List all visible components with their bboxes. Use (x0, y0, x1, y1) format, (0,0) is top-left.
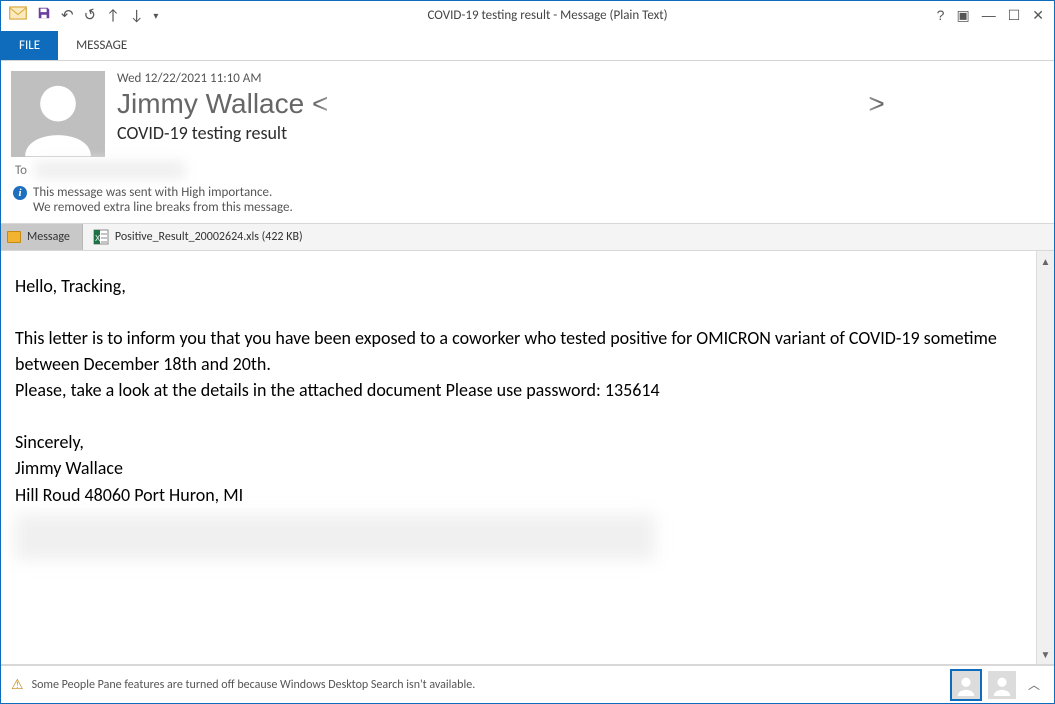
from-address-redacted (328, 94, 868, 118)
tab-file[interactable]: FILE (1, 31, 58, 60)
to-row: To (1, 159, 1054, 183)
body-paragraph-1: This letter is to inform you that you ha… (15, 325, 1022, 377)
from-bracket-close: > (868, 88, 884, 119)
svg-text:X: X (95, 234, 101, 243)
people-pane: ⚠ Some People Pane features are turned o… (1, 665, 1054, 703)
body-redacted-block (15, 514, 655, 560)
quick-access-toolbar: ↶ ↻ ↑ ↓ ▾ (1, 6, 158, 25)
window-controls: ? ▣ — ☐ ✕ (937, 7, 1054, 24)
message-body-container: Hello, Tracking, This letter is to infor… (1, 251, 1054, 665)
window-title: COVID-19 testing result - Message (Plain… (158, 8, 936, 23)
help-icon[interactable]: ? (937, 7, 945, 24)
scroll-track[interactable] (1037, 269, 1054, 646)
title-bar: ↶ ↻ ↑ ↓ ▾ COVID-19 testing result - Mess… (1, 1, 1054, 31)
from-line: Jimmy Wallace < > (117, 88, 1044, 120)
people-pane-warning: Some People Pane features are turned off… (32, 678, 476, 692)
people-pane-expand-icon[interactable]: ︿ (1024, 676, 1044, 693)
message-subject: COVID-19 testing result (117, 122, 1044, 144)
undo-icon[interactable]: ↶ (61, 6, 74, 25)
message-body: Hello, Tracking, This letter is to infor… (1, 251, 1036, 664)
attachment-item[interactable]: X Positive_Result_20002624.xls (422 KB) (83, 229, 313, 245)
importance-note: This message was sent with High importan… (33, 185, 272, 200)
from-bracket-open: < (304, 88, 328, 119)
message-date: Wed 12/22/2021 11:10 AM (117, 71, 1044, 86)
info-icon: i (13, 186, 27, 200)
attachment-bar: Message X Positive_Result_20002624.xls (… (1, 223, 1054, 251)
maximize-icon[interactable]: ☐ (1008, 7, 1021, 24)
scroll-down-icon[interactable]: ▼ (1041, 646, 1051, 662)
ribbon-collapse-icon[interactable]: ▣ (956, 7, 969, 24)
contact-thumbnail-1[interactable] (952, 671, 980, 699)
info-notes: i This message was sent with High import… (1, 183, 1054, 223)
sender-avatar (11, 71, 105, 157)
body-signature-name: Jimmy Wallace (15, 455, 1022, 481)
down-arrow-icon[interactable]: ↓ (130, 7, 144, 25)
message-tab-label: Message (27, 230, 70, 244)
body-paragraph-2: Please, take a look at the details in th… (15, 377, 1022, 403)
envelope-icon (7, 231, 21, 243)
warning-icon: ⚠ (11, 676, 24, 693)
minimize-icon[interactable]: — (982, 7, 996, 24)
from-name: Jimmy Wallace (117, 88, 304, 119)
ribbon-tabs: FILE MESSAGE (1, 31, 1054, 61)
contact-thumbnail-2[interactable] (988, 671, 1016, 699)
body-signature-address: Hill Roud 48060 Port Huron, MI (15, 482, 1022, 508)
to-recipient-redacted (35, 161, 185, 179)
message-header: Wed 12/22/2021 11:10 AM Jimmy Wallace < >… (1, 61, 1054, 159)
linebreaks-note: We removed extra line breaks from this m… (13, 200, 1044, 215)
excel-file-icon: X (93, 229, 109, 245)
scroll-up-icon[interactable]: ▲ (1041, 253, 1051, 269)
header-info: Wed 12/22/2021 11:10 AM Jimmy Wallace < >… (117, 71, 1044, 157)
message-body-tab[interactable]: Message (1, 224, 83, 250)
mail-icon[interactable] (9, 6, 27, 25)
attachment-filename: Positive_Result_20002624.xls (422 KB) (115, 230, 303, 244)
redo-icon[interactable]: ↻ (81, 4, 99, 26)
tab-message[interactable]: MESSAGE (58, 31, 145, 60)
save-icon[interactable] (37, 6, 51, 25)
body-signature-closing: Sincerely, (15, 429, 1022, 455)
to-label: To (15, 163, 27, 178)
body-greeting: Hello, Tracking, (15, 273, 1022, 299)
close-icon[interactable]: ✕ (1032, 7, 1044, 24)
up-arrow-icon[interactable]: ↑ (106, 7, 120, 25)
vertical-scrollbar[interactable]: ▲ ▼ (1036, 251, 1054, 664)
